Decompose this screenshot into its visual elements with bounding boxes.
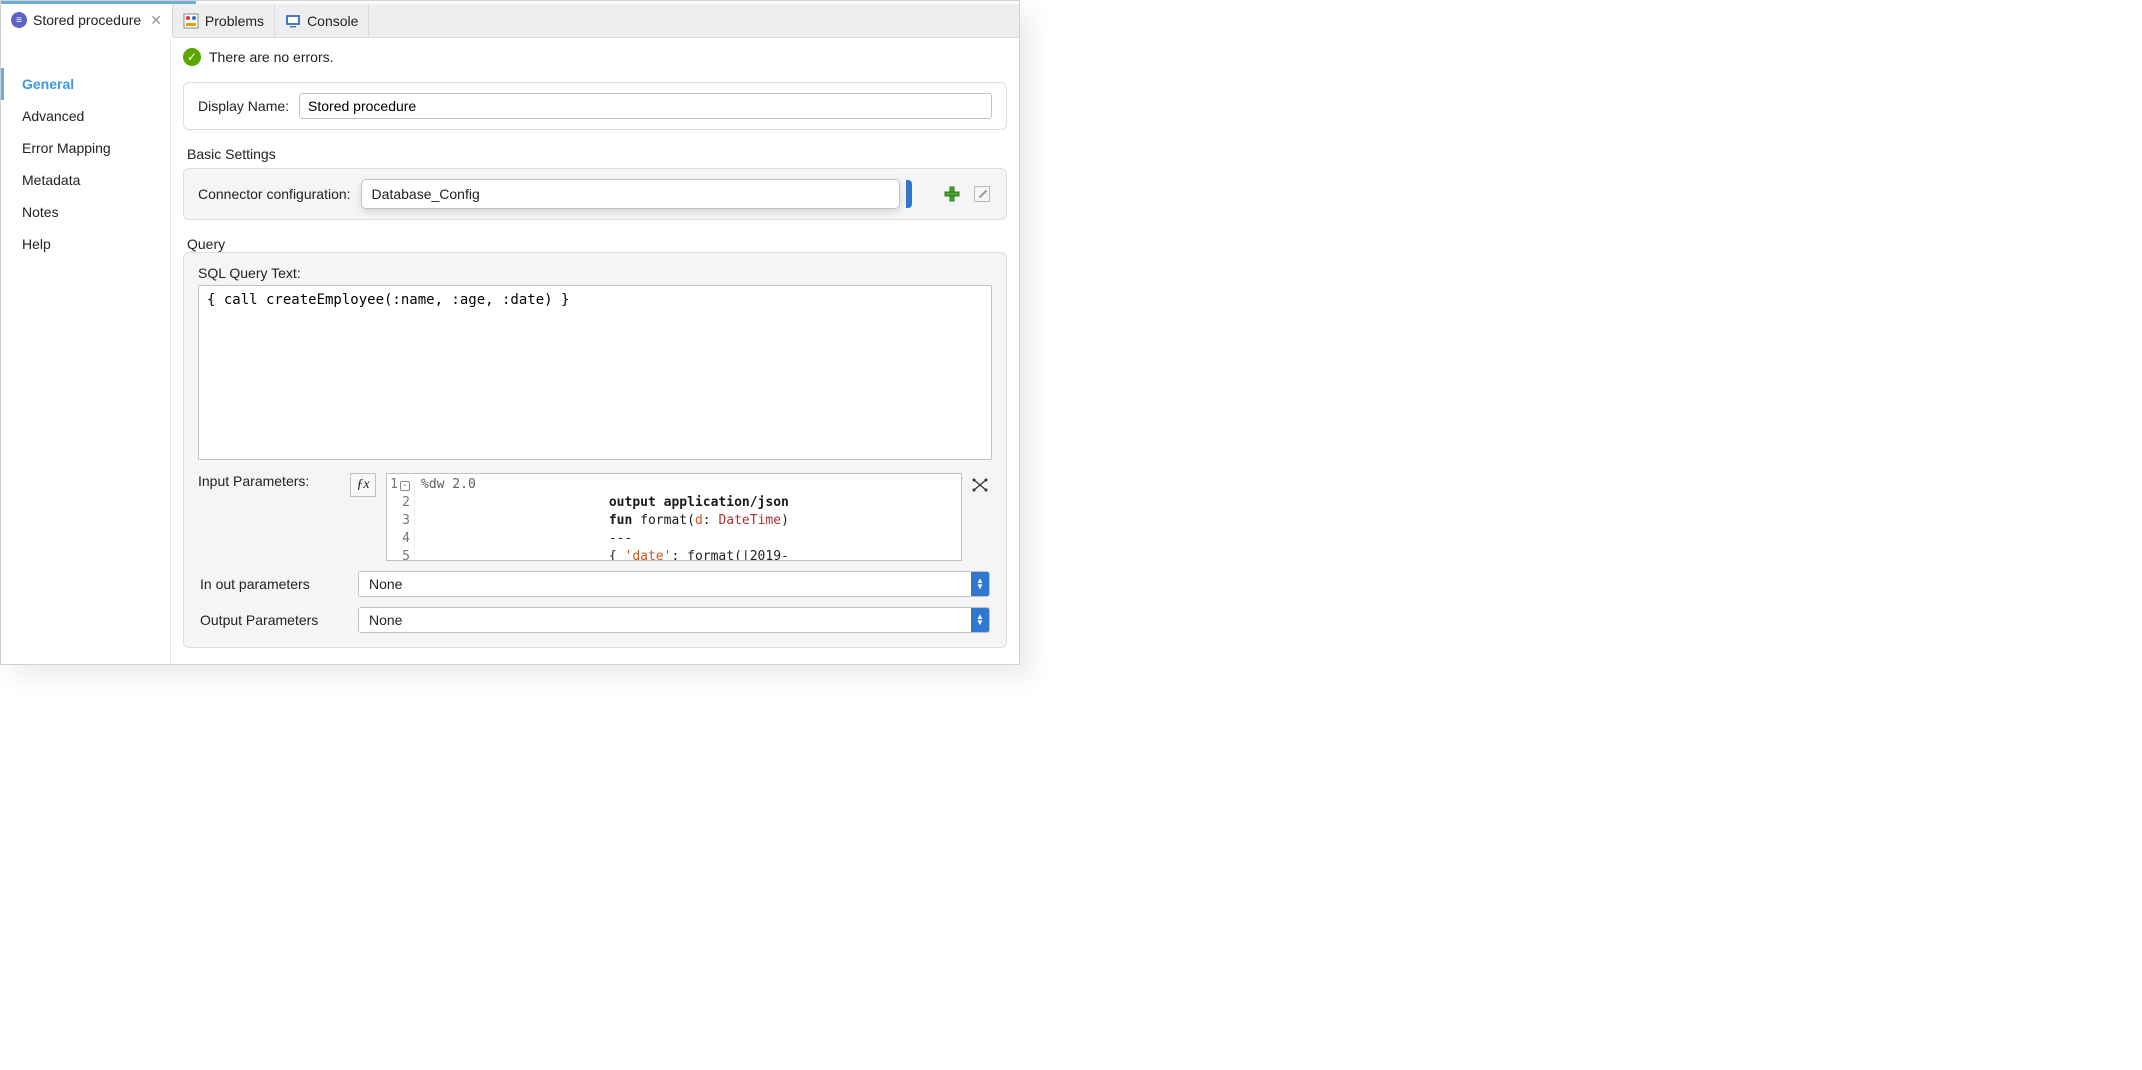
sidebar-item-metadata[interactable]: Metadata — [1, 164, 170, 196]
chevron-up-down-icon: ▲▼ — [971, 572, 989, 596]
tab-label: Console — [307, 13, 358, 29]
tab-stored-procedure[interactable]: ≡ Stored procedure ✕ — [1, 4, 173, 38]
sidebar-item-notes[interactable]: Notes — [1, 196, 170, 228]
sidebar: General Advanced Error Mapping Metadata … — [1, 38, 171, 664]
problems-icon — [183, 13, 199, 29]
console-icon — [285, 13, 301, 29]
tab-bar: ≡ Stored procedure ✕ Problems Console — [1, 4, 1019, 38]
plus-icon — [944, 186, 960, 202]
select-handle[interactable] — [906, 180, 912, 208]
output-parameters-value: None — [369, 612, 402, 628]
connector-config-value: Database_Config — [372, 186, 480, 202]
edit-icon — [974, 186, 990, 202]
tab-label: Stored procedure — [33, 12, 141, 28]
map-button[interactable] — [968, 473, 992, 497]
code-content[interactable]: %dw 2.0 output application/json fun form… — [415, 474, 961, 560]
in-out-parameters-select[interactable]: None ▲▼ — [358, 571, 990, 597]
output-parameters-label: Output Parameters — [200, 612, 342, 628]
connector-config-label: Connector configuration: — [198, 186, 351, 202]
database-icon: ≡ — [11, 12, 27, 28]
tab-label: Problems — [205, 13, 264, 29]
basic-settings-title: Basic Settings — [171, 136, 1019, 162]
display-name-input[interactable] — [299, 93, 992, 119]
line-gutter: 1- 2345 — [387, 474, 415, 560]
status-bar: ✓ There are no errors. — [171, 38, 1019, 76]
output-parameters-select[interactable]: None ▲▼ — [358, 607, 990, 633]
sidebar-item-help[interactable]: Help — [1, 228, 170, 260]
in-out-parameters-label: In out parameters — [200, 576, 342, 592]
tab-problems[interactable]: Problems — [173, 4, 275, 37]
sql-query-label: SQL Query Text: — [198, 265, 992, 285]
sidebar-item-general[interactable]: General — [1, 68, 170, 100]
in-out-parameters-value: None — [369, 576, 402, 592]
tab-console[interactable]: Console — [275, 4, 369, 37]
edit-config-button[interactable] — [972, 184, 992, 204]
display-name-label: Display Name: — [198, 98, 289, 114]
close-icon[interactable]: ✕ — [150, 12, 162, 29]
fx-button[interactable]: ƒx — [350, 473, 376, 497]
input-parameters-label: Input Parameters: — [198, 473, 340, 489]
sql-query-text[interactable] — [198, 285, 992, 460]
chevron-up-down-icon: ▲▼ — [971, 608, 989, 632]
add-config-button[interactable] — [942, 184, 962, 204]
connector-config-select[interactable]: Database_Config — [361, 179, 900, 209]
input-parameters-editor[interactable]: 1- 2345 %dw 2.0 output application/json … — [386, 473, 962, 561]
query-title: Query — [171, 226, 1019, 252]
sidebar-item-advanced[interactable]: Advanced — [1, 100, 170, 132]
fold-icon[interactable]: - — [400, 481, 410, 491]
map-icon — [971, 476, 989, 494]
status-message: There are no errors. — [209, 49, 334, 65]
sidebar-item-error-mapping[interactable]: Error Mapping — [1, 132, 170, 164]
check-icon: ✓ — [183, 48, 201, 66]
